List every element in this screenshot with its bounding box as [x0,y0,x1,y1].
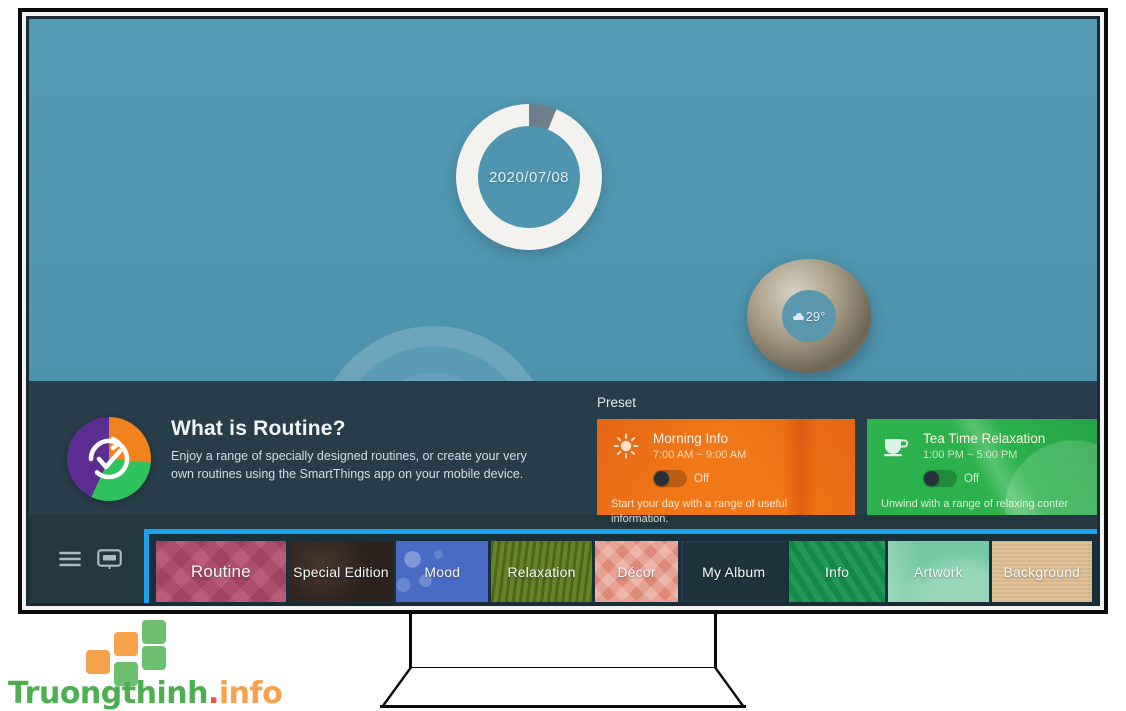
preset-card-description: Unwind with a range of relaxing conter [881,498,1069,510]
site-watermark: Truongthinh.info [8,620,283,711]
date-ring-widget[interactable]: 2020/07/08 [456,104,602,250]
toggle-switch-knob [924,471,939,486]
watermark-text-suffix: info [218,676,283,711]
tab-special-edition[interactable]: Special Edition [288,541,394,602]
tab-label: Décor [617,563,656,580]
tab-label: Routine [190,561,251,581]
tab-routine[interactable]: Routine [156,541,286,602]
hamburger-menu-icon[interactable] [59,551,81,567]
preset-card-description: Start your day with a range of useful in… [611,498,788,525]
tab-label: Info [825,563,850,580]
tab-label: Artwork [913,563,963,580]
tab-relaxation[interactable]: Relaxation [491,541,592,602]
watermark-text-dot: . [207,676,219,711]
tab-label: Relaxation [507,563,576,580]
teacup-icon [881,431,911,487]
tab-info[interactable]: Info [788,541,886,602]
watermark-square-pattern [80,620,190,686]
toggle-state-label: Off [964,472,980,485]
preset-card-time: 1:00 PM ~ 5:00 PM [923,449,1018,461]
tv-stand-base [380,668,746,708]
preset-card-toggle[interactable]: Off [923,470,1097,487]
tv-screen: 2020/07/08 29° What is Routine? Enjoy a … [29,19,1097,603]
sun-icon [611,431,641,487]
cloud-icon [792,312,804,320]
routine-description: Enjoy a range of specially designed rout… [171,449,527,482]
preset-card-title: Tea Time Relaxation [923,431,1046,446]
tv-stand-neck [409,614,717,670]
tab-decor[interactable]: Décor [594,541,679,602]
tv-bezel: 2020/07/08 29° What is Routine? Enjoy a … [26,16,1100,606]
tab-label: Background [1003,563,1081,580]
routine-info-block: What is Routine? Enjoy a range of specia… [67,417,531,501]
toggle-state-label: Off [694,472,710,485]
tab-mood[interactable]: Mood [396,541,489,602]
preset-card-morning-info[interactable]: Morning Info 7:00 AM ~ 9:00 AM Off Start… [597,419,855,539]
tv-outer-frame: 2020/07/08 29° What is Routine? Enjoy a … [18,8,1108,614]
weather-ring-widget[interactable]: 29° [747,259,871,373]
toggle-switch-knob [654,471,669,486]
bottom-bar-icon-group [29,548,148,570]
watermark-text: Truongthinh.info [8,676,283,711]
toggle-switch-track[interactable] [923,470,957,487]
tab-strip-highlight-box: Routine Special Edition Mood Relaxation [144,529,1097,603]
tv-source-icon[interactable] [97,548,122,570]
preset-card-title: Morning Info [653,431,729,446]
watermark-text-primary: Truongthinh [8,676,208,711]
routine-title: What is Routine? [171,417,346,440]
tab-artwork[interactable]: Artwork [888,541,989,602]
tab-strip: Routine Special Edition Mood Relaxation [156,541,1093,602]
tab-label: Special Edition [293,563,389,580]
tab-background[interactable]: Background [991,541,1093,602]
tab-label: My Album [702,563,766,580]
tab-my-album[interactable]: My Album [681,541,786,602]
screenshot-root: 2020/07/08 29° What is Routine? Enjoy a … [0,0,1126,711]
tab-label: Mood [424,563,461,580]
preset-card-time: 7:00 AM ~ 9:00 AM [653,449,747,461]
weather-temperature-value: 29° [805,308,826,324]
preset-section-label: Preset [597,395,637,410]
routine-pie-icon [67,417,151,501]
preset-card-toggle[interactable]: Off [653,470,841,487]
toggle-switch-track[interactable] [653,470,687,487]
date-ring-value: 2020/07/08 [488,168,570,186]
